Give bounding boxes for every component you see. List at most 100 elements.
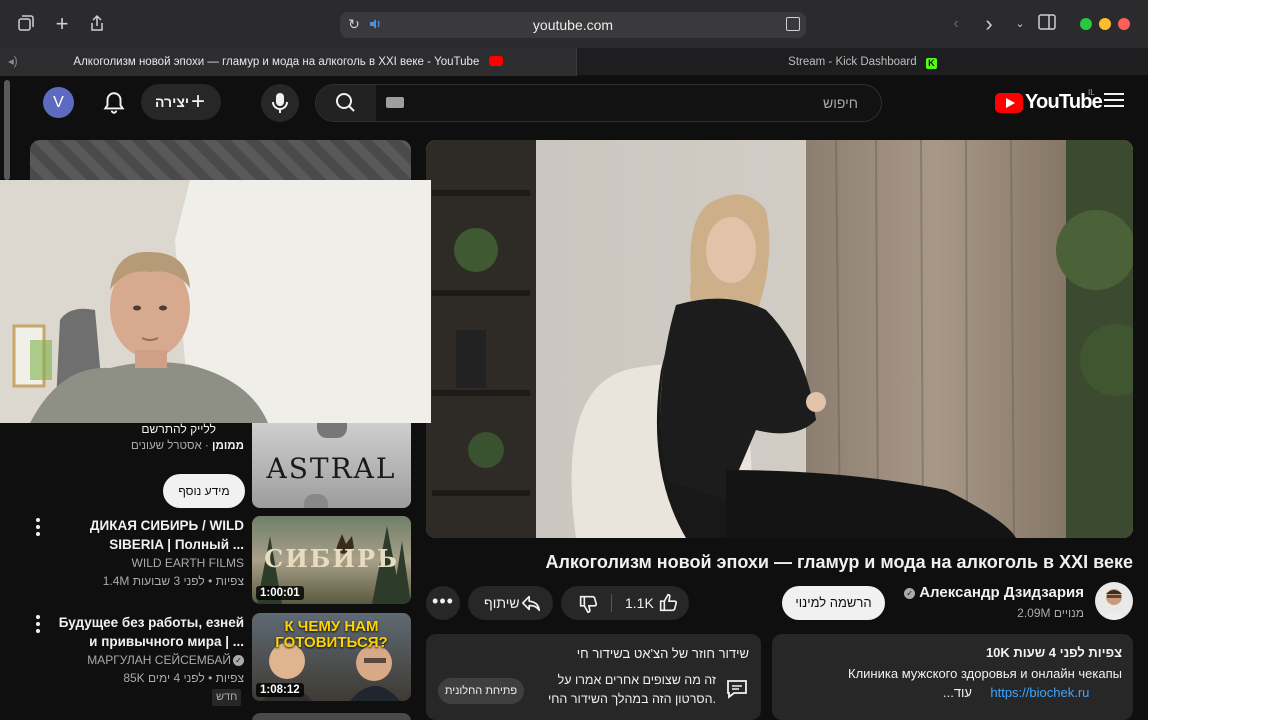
recommendation-channel[interactable]: WILD EARTH FILMS (48, 556, 244, 570)
watch-clasp (317, 422, 347, 438)
chevron-down-icon[interactable]: ⌄ (1010, 14, 1030, 34)
watch-crown (304, 494, 328, 508)
create-button[interactable]: יצירה + (141, 84, 221, 120)
tab-overview-icon[interactable] (16, 14, 36, 34)
microphone-icon (272, 93, 288, 113)
more-options-icon[interactable] (34, 518, 42, 539)
chat-replay-title: שידור חוזר של הצ'אט בשידור חי (576, 646, 749, 661)
subscribe-button[interactable]: הרשמה למינוי (782, 586, 885, 620)
video-player[interactable] (426, 140, 1133, 538)
thumbnail-text: К ЧЕМУ НАМ ГОТОВИТЬСЯ? (275, 618, 388, 651)
youtube-play-icon (995, 93, 1023, 113)
search-input[interactable] (378, 85, 868, 121)
ad-channel-name: אסטרל שעונים (130, 440, 202, 452)
account-avatar[interactable]: V (43, 87, 74, 118)
duration-badge: 1:00:01 (256, 586, 304, 600)
youtube-logo[interactable]: YouTube IL (995, 88, 1103, 116)
tab-youtube-label: Алкоголизм новой эпохи — гламур и мода н… (73, 56, 480, 68)
description-more[interactable]: ...עוד (943, 685, 972, 700)
tab-audio-icon[interactable]: ◂) (8, 48, 18, 76)
share-icon (520, 592, 542, 614)
country-code: IL (1088, 88, 1095, 97)
tab-bar: ◂) Алкоголизм новой эпохи — гламур и мод… (0, 48, 1148, 76)
recommendation-meta: 1.4M צפיות • לפני 3 שבועות (102, 574, 244, 588)
recommendation-thumbnail[interactable]: К ЧЕМУ НАМ ГОТОВИТЬСЯ? 1:08:12 (252, 613, 411, 701)
recommendation-channel-name: МАРГУЛАН СЕЙСЕМБАЙ (87, 653, 231, 667)
more-options-icon[interactable] (34, 615, 42, 636)
recommendation-title[interactable]: Будущее без работы, езней и привычного м… (48, 613, 244, 651)
tab-kick[interactable]: Stream - Kick Dashboard K (576, 48, 1148, 76)
ad-subtitle: ללייק להתרשם (141, 422, 216, 436)
recommendation-item[interactable]: К ЧЕМУ НАМ ГОТОВИТЬСЯ? 1:08:12 Будущее б… (30, 613, 411, 706)
like-button[interactable] (657, 592, 679, 614)
webcam-frame (0, 180, 431, 423)
ad-thumbnail[interactable]: ASTRAL (252, 422, 411, 508)
chat-icon (725, 678, 749, 700)
sidebar-toggle-icon[interactable] (1037, 14, 1057, 34)
back-icon[interactable]: ‹ (946, 14, 966, 34)
desktop-background (1148, 0, 1280, 720)
video-title: Алкоголизм новой эпохи — гламур и мода н… (545, 552, 1133, 572)
description-box[interactable]: 10K צפיות לפני 4 שעות Клиника мужского з… (772, 634, 1133, 720)
zoom-window-button[interactable] (1080, 18, 1092, 30)
description-text: Клиника мужского здоровья и онлайн чекап… (848, 666, 1122, 681)
description-link[interactable]: https://biochek.ru (990, 685, 1089, 700)
share-button[interactable]: שיתוף (468, 586, 553, 620)
chat-replay-desc: זה מה שצופים אחרים אמרו על הסרטון הזה במ… (547, 673, 716, 706)
verified-icon: ✓ (904, 588, 916, 599)
view-count-date: 10K צפיות לפני 4 שעות (985, 645, 1122, 660)
notifications-bell-icon[interactable] (101, 90, 127, 116)
video-frame (426, 140, 1133, 538)
new-badge: חדש (212, 689, 242, 706)
dislike-button[interactable] (577, 593, 599, 615)
recommendation-thumbnail[interactable]: СИБИРЬ 1:00:01 (252, 516, 411, 604)
thumbs-down-icon (579, 595, 598, 614)
recommendation-item[interactable]: СИБИРЬ 1:00:01 ДИКАЯ СИБИРЬ / WILD SIBER… (30, 516, 411, 606)
ad-thumbnail-text: ASTRAL (266, 452, 397, 485)
recommendation-meta: 85K צפיות • לפני 4 ימים (123, 671, 244, 685)
duration-badge: 1:08:12 (256, 683, 304, 697)
plus-icon: + (191, 88, 206, 115)
hamburger-menu-icon[interactable] (1104, 93, 1124, 109)
like-count[interactable]: 1.1K (625, 586, 654, 620)
tab-kick-label: Stream - Kick Dashboard (788, 56, 917, 68)
browser-toolbar: + ↻ youtube.com ‹ › ⌄ (0, 0, 1148, 48)
sponsored-label: ממומן (212, 440, 244, 452)
share-page-icon[interactable] (87, 14, 107, 34)
like-dislike-group: 1.1K (561, 586, 689, 620)
youtube-favicon-icon (488, 56, 503, 66)
search-button[interactable] (316, 85, 376, 121)
ad-more-info-button[interactable]: מידע נוסף (163, 474, 245, 508)
url-text[interactable]: youtube.com (340, 17, 806, 33)
voice-search-button[interactable] (261, 84, 299, 122)
recommendation-title[interactable]: ДИКАЯ СИБИРЬ / WILD SIBERIA | Полный ... (48, 516, 244, 554)
recommendation-channel[interactable]: МАРГУЛАН СЕЙСЕМБАЙ ✓ (48, 653, 244, 667)
kick-favicon-icon: K (925, 58, 937, 69)
tab-youtube[interactable]: ◂) Алкоголизм новой эпохи — гламур и мод… (0, 48, 576, 76)
live-chat-replay: שידור חוזר של הצ'אט בשידור חי זה מה שצופ… (426, 634, 761, 720)
reader-mode-icon[interactable] (786, 17, 800, 31)
share-label: שיתוף (484, 595, 520, 611)
search-icon (336, 93, 355, 112)
subscriber-count: 2.09M מנויים (1017, 606, 1084, 620)
open-chat-panel-button[interactable]: פתיחת החלונית (438, 678, 524, 704)
create-label: יצירה (155, 94, 190, 110)
verified-icon: ✓ (233, 655, 244, 666)
search-box[interactable] (315, 84, 882, 122)
like-divider (611, 594, 612, 612)
thumbs-up-icon (659, 593, 678, 612)
minimize-window-button[interactable] (1099, 18, 1111, 30)
channel-name-text: Александр Дзидзария (919, 584, 1084, 601)
address-bar[interactable]: ↻ youtube.com (340, 12, 806, 38)
forward-icon[interactable]: › (979, 13, 999, 35)
channel-name[interactable]: ✓ Александр Дзидзария (880, 584, 1084, 601)
page-scrollbar[interactable] (4, 80, 10, 180)
ad-banner[interactable] (30, 140, 411, 180)
ad-channel: ממומן · אסטרל שעונים (130, 440, 244, 452)
close-window-button[interactable] (1118, 18, 1130, 30)
channel-avatar[interactable] (1095, 582, 1133, 620)
more-actions-button[interactable]: ••• (426, 586, 460, 620)
recommendation-thumbnail-partial[interactable] (252, 713, 411, 720)
webcam-overlay (0, 180, 431, 423)
new-tab-icon[interactable]: + (52, 13, 72, 35)
